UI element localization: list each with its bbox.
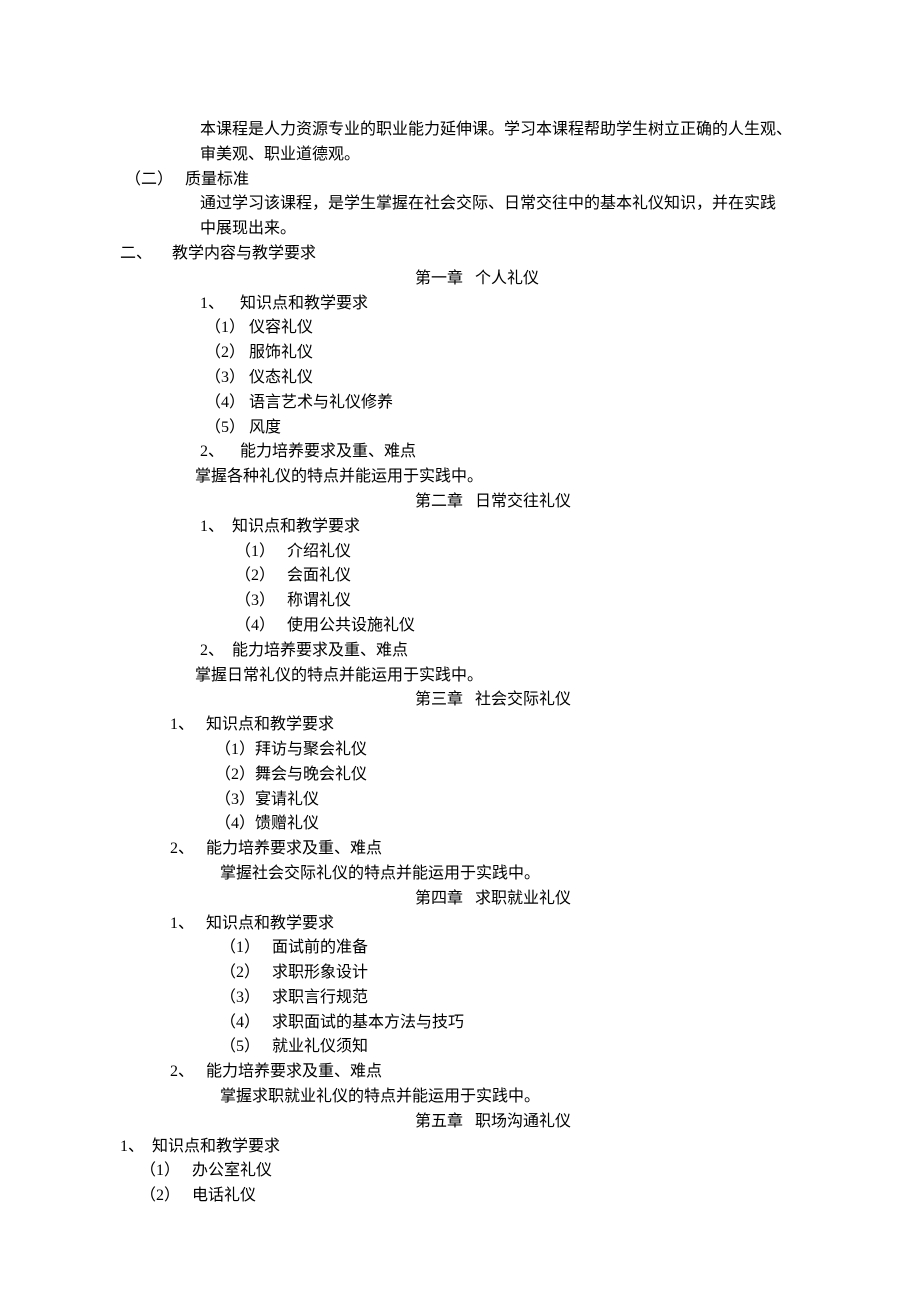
- ch3-kp-text: 知识点和教学要求: [206, 716, 334, 733]
- ch4-ability-num: 2、: [170, 1063, 194, 1080]
- chapter-1-title: 第一章 个人礼仪: [120, 267, 800, 292]
- ch5-kp-heading: 1、 知识点和教学要求: [120, 1135, 800, 1160]
- ch4-kp-text: 知识点和教学要求: [206, 915, 334, 932]
- ch4-point-5: （5） 就业礼仪须知: [120, 1035, 800, 1060]
- quality-heading: （二） 质量标准: [120, 168, 800, 193]
- quality-heading-text: 质量标准: [185, 171, 249, 188]
- ch1-ability-num: 2、: [200, 443, 224, 460]
- ch3-point-2: （2）舞会与晚会礼仪: [120, 763, 800, 788]
- ch2-ability-body: 掌握日常礼仪的特点并能运用于实践中。: [120, 664, 800, 689]
- ch4-p5-txt: 就业礼仪须知: [272, 1038, 368, 1055]
- ch1-point-4: （4） 语言艺术与礼仪修养: [120, 391, 800, 416]
- section-2-heading: 二、 教学内容与教学要求: [120, 242, 800, 267]
- chapter-3-title: 第三章 社会交际礼仪: [120, 688, 800, 713]
- chapter-4-title: 第四章 求职就业礼仪: [120, 887, 800, 912]
- ch4-p2-txt: 求职形象设计: [272, 964, 368, 981]
- section-2-title: 教学内容与教学要求: [172, 245, 316, 262]
- ch5-p1-num: （1）: [140, 1162, 180, 1179]
- ch1-point-2: （2） 服饰礼仪: [120, 341, 800, 366]
- ch5-p2-txt: 电话礼仪: [192, 1187, 256, 1204]
- ch1-ability-text: 能力培养要求及重、难点: [240, 443, 416, 460]
- ch1-kp-text: 知识点和教学要求: [240, 295, 368, 312]
- ch3-ability-body: 掌握社会交际礼仪的特点并能运用于实践中。: [120, 862, 800, 887]
- ch4-p4-txt: 求职面试的基本方法与技巧: [272, 1014, 464, 1031]
- ch4-p1-txt: 面试前的准备: [272, 939, 368, 956]
- ch2-p3-txt: 称谓礼仪: [287, 592, 351, 609]
- ch1-ability-heading: 2、 能力培养要求及重、难点: [120, 440, 800, 465]
- ch1-kp-heading: 1、 知识点和教学要求: [120, 292, 800, 317]
- ch1-ability-body: 掌握各种礼仪的特点并能运用于实践中。: [120, 465, 800, 490]
- ch1-point-5: （5） 风度: [120, 416, 800, 441]
- ch2-point-2: （2） 会面礼仪: [120, 564, 800, 589]
- ch2-ability-heading: 2、 能力培养要求及重、难点: [120, 639, 800, 664]
- intro-line-1: 本课程是人力资源专业的职业能力延伸课。学习本课程帮助学生树立正确的人生观、: [120, 118, 800, 143]
- quality-body-1: 通过学习该课程，是学生掌握在社会交际、日常交往中的基本礼仪知识，并在实践: [120, 192, 800, 217]
- ch1-point-1: （1） 仪容礼仪: [120, 316, 800, 341]
- ch3-ability-num: 2、: [170, 840, 194, 857]
- ch4-ability-body: 掌握求职就业礼仪的特点并能运用于实践中。: [120, 1085, 800, 1110]
- quality-heading-num: （二）: [125, 171, 173, 188]
- ch4-point-3: （3） 求职言行规范: [120, 986, 800, 1011]
- ch4-p1-num: （1）: [220, 939, 260, 956]
- ch5-point-1: （1） 办公室礼仪: [120, 1159, 800, 1184]
- ch2-p1-txt: 介绍礼仪: [287, 543, 351, 560]
- ch3-point-1: （1）拜访与聚会礼仪: [120, 738, 800, 763]
- ch4-point-4: （4） 求职面试的基本方法与技巧: [120, 1011, 800, 1036]
- ch2-point-4: （4） 使用公共设施礼仪: [120, 614, 800, 639]
- ch2-kp-heading: 1、 知识点和教学要求: [120, 515, 800, 540]
- ch2-p4-txt: 使用公共设施礼仪: [287, 617, 415, 634]
- intro-line-2: 审美观、职业道德观。: [120, 143, 800, 168]
- ch3-ability-text: 能力培养要求及重、难点: [206, 840, 382, 857]
- ch2-p1-num: （1）: [235, 543, 275, 560]
- ch2-p3-num: （3）: [235, 592, 275, 609]
- ch2-p2-num: （2）: [235, 567, 275, 584]
- document-page: { "intro": { "l1": "本课程是人力资源专业的职业能力延伸课。学…: [0, 0, 920, 1302]
- ch4-p3-num: （3）: [220, 989, 260, 1006]
- ch2-kp-text: 知识点和教学要求: [232, 518, 360, 535]
- ch2-point-3: （3） 称谓礼仪: [120, 589, 800, 614]
- ch2-ability-num: 2、: [200, 642, 224, 659]
- ch2-p2-txt: 会面礼仪: [287, 567, 351, 584]
- chapter-2-title: 第二章 日常交往礼仪: [120, 490, 800, 515]
- ch3-point-3: （3）宴请礼仪: [120, 788, 800, 813]
- ch4-kp-heading: 1、 知识点和教学要求: [120, 912, 800, 937]
- ch4-p5-num: （5）: [220, 1038, 260, 1055]
- ch3-kp-heading: 1、 知识点和教学要求: [120, 713, 800, 738]
- ch2-ability-text: 能力培养要求及重、难点: [232, 642, 408, 659]
- section-2-num: 二、: [120, 245, 152, 262]
- ch5-kp-text: 知识点和教学要求: [152, 1138, 280, 1155]
- ch5-p1-txt: 办公室礼仪: [192, 1162, 272, 1179]
- ch2-kp-num: 1、: [200, 518, 224, 535]
- ch3-ability-heading: 2、 能力培养要求及重、难点: [120, 837, 800, 862]
- ch4-ability-text: 能力培养要求及重、难点: [206, 1063, 382, 1080]
- ch3-kp-num: 1、: [170, 716, 194, 733]
- ch5-point-2: （2） 电话礼仪: [120, 1184, 800, 1209]
- ch4-ability-heading: 2、 能力培养要求及重、难点: [120, 1060, 800, 1085]
- ch2-p4-num: （4）: [235, 617, 275, 634]
- ch1-kp-num: 1、: [200, 295, 224, 312]
- ch4-p3-txt: 求职言行规范: [272, 989, 368, 1006]
- ch1-point-3: （3） 仪态礼仪: [120, 366, 800, 391]
- ch3-point-4: （4）馈赠礼仪: [120, 812, 800, 837]
- ch5-kp-num: 1、: [120, 1138, 144, 1155]
- ch4-p4-num: （4）: [220, 1014, 260, 1031]
- ch4-point-2: （2） 求职形象设计: [120, 961, 800, 986]
- ch2-point-1: （1） 介绍礼仪: [120, 540, 800, 565]
- chapter-5-title: 第五章 职场沟通礼仪: [120, 1110, 800, 1135]
- ch5-p2-num: （2）: [140, 1187, 180, 1204]
- ch4-kp-num: 1、: [170, 915, 194, 932]
- ch4-point-1: （1） 面试前的准备: [120, 936, 800, 961]
- ch4-p2-num: （2）: [220, 964, 260, 981]
- quality-body-2: 中展现出来。: [120, 217, 800, 242]
